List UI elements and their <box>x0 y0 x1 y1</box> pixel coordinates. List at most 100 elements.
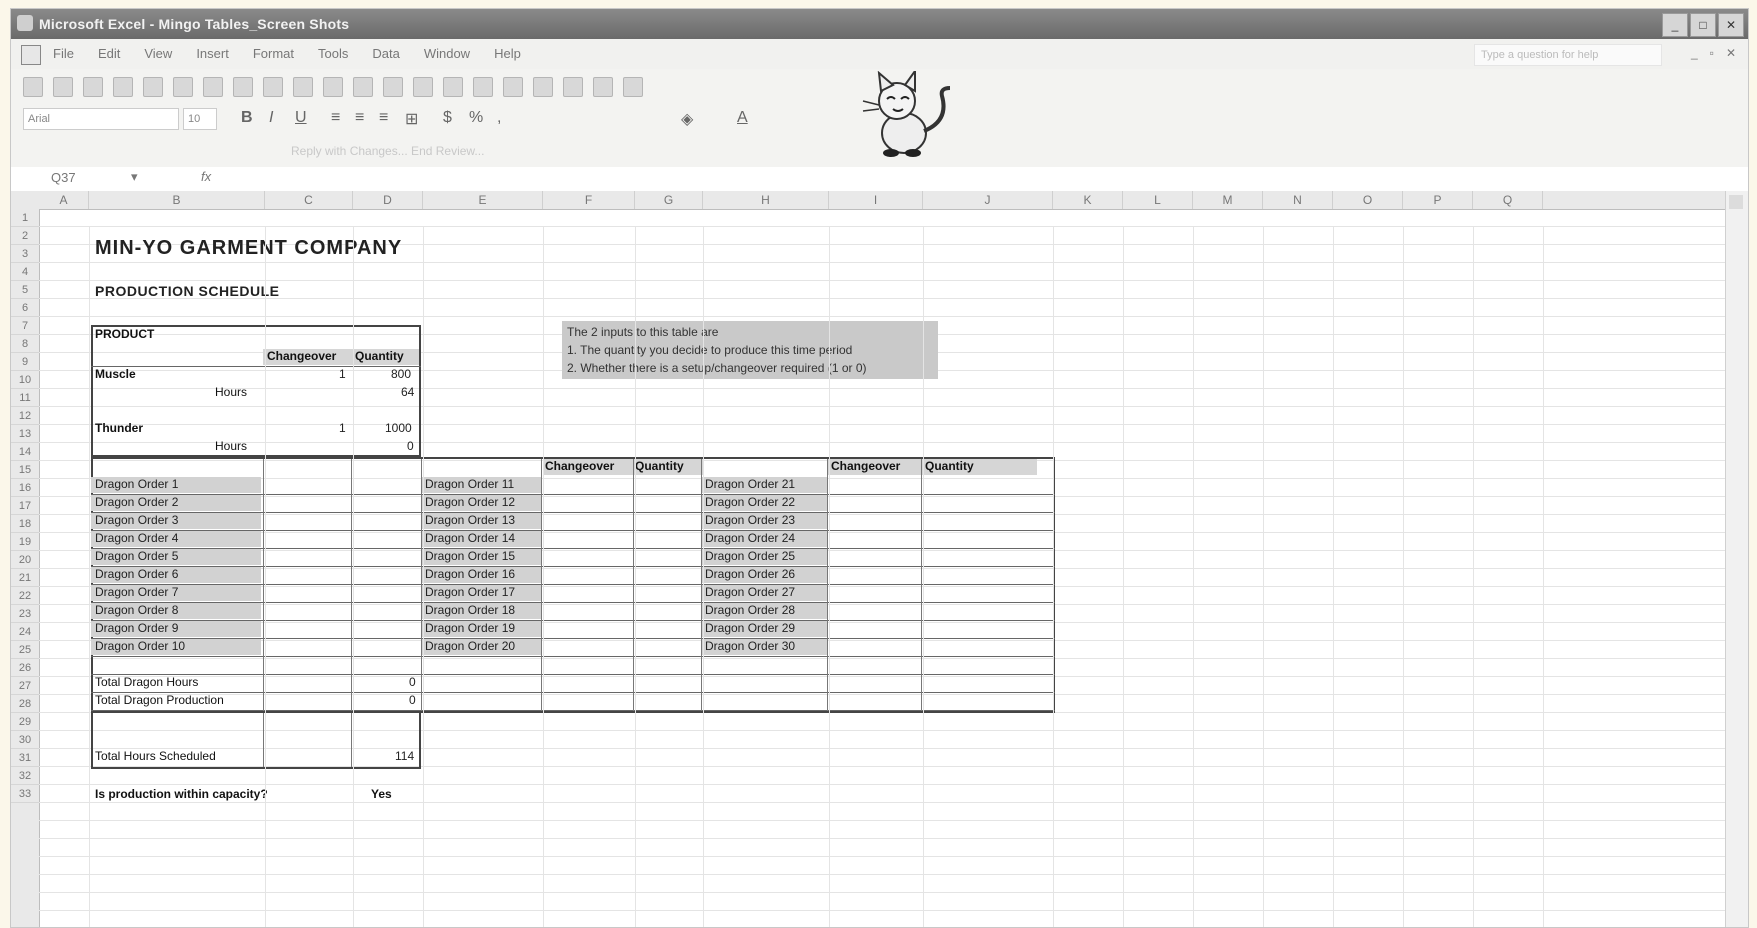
row-header[interactable]: 26 <box>11 659 39 677</box>
menu-insert[interactable]: Insert <box>196 46 229 61</box>
column-header[interactable]: J <box>923 191 1053 209</box>
new-icon[interactable] <box>23 77 43 97</box>
cut-icon[interactable] <box>263 77 283 97</box>
workbook-restore-icon[interactable]: ▫ <box>1710 46 1714 60</box>
percent-icon[interactable]: % <box>469 109 483 127</box>
menu-window[interactable]: Window <box>424 46 470 61</box>
insert-function-icon[interactable]: fx <box>201 169 211 184</box>
menu-file[interactable]: File <box>53 46 74 61</box>
autosum-icon[interactable] <box>473 77 493 97</box>
drawing-icon[interactable] <box>593 77 613 97</box>
column-header[interactable]: O <box>1333 191 1403 209</box>
column-header[interactable]: B <box>89 191 265 209</box>
row-header[interactable]: 32 <box>11 767 39 785</box>
save-icon[interactable] <box>83 77 103 97</box>
column-header[interactable]: I <box>829 191 923 209</box>
maximize-button[interactable]: □ <box>1690 13 1716 37</box>
row-header[interactable]: 23 <box>11 605 39 623</box>
row-header[interactable]: 24 <box>11 623 39 641</box>
row-header[interactable]: 12 <box>11 407 39 425</box>
row-header[interactable]: 6 <box>11 299 39 317</box>
row-header[interactable]: 10 <box>11 371 39 389</box>
column-header[interactable]: K <box>1053 191 1123 209</box>
menu-format[interactable]: Format <box>253 46 294 61</box>
font-color-icon[interactable]: A <box>737 109 748 127</box>
underline-button[interactable]: U <box>295 109 307 127</box>
row-header[interactable]: 21 <box>11 569 39 587</box>
row-header[interactable]: 30 <box>11 731 39 749</box>
bold-button[interactable]: B <box>241 109 253 127</box>
workbook-icon[interactable] <box>21 45 41 65</box>
email-icon[interactable] <box>143 77 163 97</box>
print-preview-icon[interactable] <box>203 77 223 97</box>
column-header[interactable]: C <box>265 191 353 209</box>
format-painter-icon[interactable] <box>353 77 373 97</box>
column-header[interactable]: E <box>423 191 543 209</box>
row-header[interactable]: 27 <box>11 677 39 695</box>
row-header[interactable]: 19 <box>11 533 39 551</box>
cell-area[interactable]: MIN-YO GARMENT COMPANY PRODUCTION SCHEDU… <box>39 209 1726 927</box>
column-header[interactable]: L <box>1123 191 1193 209</box>
menu-edit[interactable]: Edit <box>98 46 120 61</box>
column-header[interactable]: P <box>1403 191 1473 209</box>
row-header[interactable]: 17 <box>11 497 39 515</box>
column-header[interactable]: H <box>703 191 829 209</box>
row-header[interactable]: 13 <box>11 425 39 443</box>
menu-tools[interactable]: Tools <box>318 46 348 61</box>
align-right-icon[interactable]: ≡ <box>379 109 388 127</box>
row-header[interactable]: 14 <box>11 443 39 461</box>
row-header[interactable]: 3 <box>11 245 39 263</box>
name-box-dropdown-icon[interactable]: ▾ <box>131 169 138 185</box>
font-size-select[interactable]: 10 <box>183 108 217 130</box>
column-header[interactable]: F <box>543 191 635 209</box>
row-header[interactable]: 9 <box>11 353 39 371</box>
row-header[interactable]: 15 <box>11 461 39 479</box>
font-select[interactable]: Arial <box>23 108 179 130</box>
align-left-icon[interactable]: ≡ <box>331 109 340 127</box>
worksheet-grid[interactable]: ABCDEFGHIJKLMNOPQ 1 2 3 4 5 6 7 8 9 10 11 12 13 14 15 1… <box>11 191 1748 927</box>
fill-color-icon[interactable]: ◈ <box>681 109 693 129</box>
close-button[interactable]: ✕ <box>1718 13 1744 37</box>
muscle-changeover[interactable]: 1 <box>339 367 346 381</box>
row-header[interactable]: 7 <box>11 317 39 335</box>
row-header[interactable]: 5 <box>11 281 39 299</box>
menu-data[interactable]: Data <box>372 46 399 61</box>
row-header[interactable]: 16 <box>11 479 39 497</box>
copy-icon[interactable] <box>293 77 313 97</box>
merge-center-icon[interactable]: ⊞ <box>405 109 418 129</box>
zoom-icon[interactable] <box>623 77 643 97</box>
row-header[interactable]: 2 <box>11 227 39 245</box>
paste-icon[interactable] <box>323 77 343 97</box>
print-icon[interactable] <box>173 77 193 97</box>
column-header[interactable]: N <box>1263 191 1333 209</box>
row-header[interactable]: 18 <box>11 515 39 533</box>
sort-ascending-icon[interactable] <box>503 77 523 97</box>
hyperlink-icon[interactable] <box>443 77 463 97</box>
row-header[interactable]: 25 <box>11 641 39 659</box>
menu-help[interactable]: Help <box>494 46 521 61</box>
menu-view[interactable]: View <box>144 46 172 61</box>
comma-icon[interactable]: , <box>497 109 501 127</box>
row-header[interactable]: 8 <box>11 335 39 353</box>
ask-question-input[interactable]: Type a question for help <box>1474 44 1662 66</box>
row-header[interactable]: 20 <box>11 551 39 569</box>
row-header[interactable]: 33 <box>11 785 39 803</box>
undo-icon[interactable] <box>383 77 403 97</box>
row-header[interactable]: 4 <box>11 263 39 281</box>
currency-icon[interactable]: $ <box>443 109 452 127</box>
column-header[interactable]: G <box>635 191 703 209</box>
column-header[interactable]: D <box>353 191 423 209</box>
thunder-quantity[interactable]: 1000 <box>385 421 412 435</box>
column-header[interactable]: Q <box>1473 191 1543 209</box>
office-assistant-cat-icon[interactable] <box>849 71 959 161</box>
row-header[interactable]: 1 <box>11 209 39 227</box>
redo-icon[interactable] <box>413 77 433 97</box>
chart-icon[interactable] <box>563 77 583 97</box>
row-header[interactable]: 29 <box>11 713 39 731</box>
scroll-up-icon[interactable] <box>1729 195 1743 209</box>
row-header[interactable]: 11 <box>11 389 39 407</box>
minimize-button[interactable]: _ <box>1662 13 1688 37</box>
muscle-quantity[interactable]: 800 <box>391 367 411 381</box>
align-center-icon[interactable]: ≡ <box>355 109 364 127</box>
workbook-close-icon[interactable]: ✕ <box>1726 46 1736 60</box>
